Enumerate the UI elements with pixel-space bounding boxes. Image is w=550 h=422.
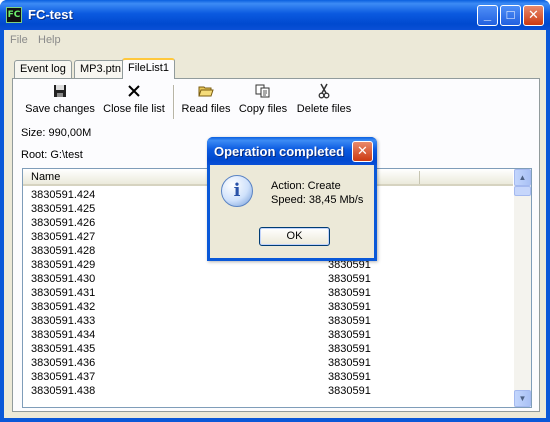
- dialog-action-text: Action: Create: [271, 180, 341, 192]
- file-name-cell: 3830591.434: [31, 329, 96, 341]
- size-label: Size: 990,00M: [21, 127, 92, 139]
- x-mark-icon: [103, 83, 165, 103]
- tab-event-log[interactable]: Event log: [14, 60, 72, 78]
- list-item[interactable]: 3830591.432 3830591: [23, 300, 513, 314]
- file-size-cell: 3830591: [328, 273, 371, 285]
- delete-files-label: Delete files: [296, 103, 352, 115]
- information-icon: i: [221, 175, 253, 207]
- file-size-cell: 3830591: [328, 301, 371, 313]
- scroll-down-arrow-icon[interactable]: ▼: [514, 390, 531, 407]
- file-size-cell: 3830591: [328, 357, 371, 369]
- file-size-cell: 3830591: [328, 385, 371, 397]
- dialog-title: Operation completed: [214, 144, 345, 159]
- close-file-list-button[interactable]: Close file list: [103, 83, 165, 123]
- file-name-cell: 3830591.433: [31, 315, 96, 327]
- copy-pages-icon: [237, 83, 289, 103]
- list-item[interactable]: 3830591.430 3830591: [23, 272, 513, 286]
- list-item[interactable]: 3830591.437 3830591: [23, 370, 513, 384]
- app-icon: FC: [6, 7, 22, 23]
- minimize-button[interactable]: _: [477, 5, 498, 26]
- file-name-cell: 3830591.425: [31, 203, 96, 215]
- list-item[interactable]: 3830591.436 3830591: [23, 356, 513, 370]
- operation-completed-dialog: Operation completed ✕ i Action: Create S…: [207, 137, 377, 261]
- column-divider[interactable]: [419, 171, 420, 184]
- file-size-cell: 3830591: [328, 329, 371, 341]
- save-changes-label: Save changes: [25, 103, 95, 115]
- file-name-cell: 3830591.430: [31, 273, 96, 285]
- file-name-cell: 3830591.429: [31, 259, 96, 271]
- dialog-close-button[interactable]: ✕: [352, 141, 373, 162]
- menu-file[interactable]: File: [10, 34, 28, 46]
- scroll-up-arrow-icon[interactable]: ▲: [514, 169, 531, 186]
- list-item[interactable]: 3830591.434 3830591: [23, 328, 513, 342]
- scrollbar-thumb[interactable]: [514, 186, 531, 196]
- file-size-cell: 3830591: [328, 343, 371, 355]
- title-bar[interactable]: FC FC-test _ □ ✕: [0, 0, 550, 30]
- copy-files-button[interactable]: Copy files: [237, 83, 289, 123]
- dialog-body: i Action: Create Speed: 38,45 Mb/s OK: [210, 165, 374, 258]
- file-size-cell: 3830591: [328, 287, 371, 299]
- file-size-cell: 3830591: [328, 371, 371, 383]
- list-item[interactable]: 3830591.431 3830591: [23, 286, 513, 300]
- save-changes-button[interactable]: Save changes: [25, 83, 95, 123]
- copy-files-label: Copy files: [238, 103, 288, 115]
- read-files-button[interactable]: Read files: [180, 83, 232, 123]
- file-name-cell: 3830591.431: [31, 287, 96, 299]
- list-item[interactable]: 3830591.433 3830591: [23, 314, 513, 328]
- tab-filelist1[interactable]: FileList1: [122, 58, 175, 79]
- file-name-cell: 3830591.438: [31, 385, 96, 397]
- root-label: Root: G:\test: [21, 149, 83, 161]
- menu-help[interactable]: Help: [38, 34, 61, 46]
- vertical-scrollbar[interactable]: ▲ ▼: [514, 169, 531, 407]
- window-title: FC-test: [28, 7, 73, 22]
- ok-button[interactable]: OK: [259, 227, 330, 246]
- read-files-label: Read files: [181, 103, 231, 115]
- file-name-cell: 3830591.435: [31, 343, 96, 355]
- column-header-name[interactable]: Name: [31, 171, 60, 183]
- scissors-icon: [295, 83, 353, 103]
- list-item[interactable]: 3830591.438 3830591: [23, 384, 513, 398]
- tab-mp3-ptn[interactable]: MP3.ptn: [74, 60, 127, 78]
- menu-bar: File Help: [4, 30, 546, 50]
- file-name-cell: 3830591.428: [31, 245, 96, 257]
- file-name-cell: 3830591.426: [31, 217, 96, 229]
- close-button[interactable]: ✕: [523, 5, 544, 26]
- maximize-button[interactable]: □: [500, 5, 521, 26]
- toolbar-separator: [173, 85, 175, 119]
- close-file-list-label: Close file list: [103, 103, 165, 115]
- file-name-cell: 3830591.424: [31, 189, 96, 201]
- list-item[interactable]: 3830591.435 3830591: [23, 342, 513, 356]
- file-name-cell: 3830591.427: [31, 231, 96, 243]
- file-name-cell: 3830591.437: [31, 371, 96, 383]
- delete-files-button[interactable]: Delete files: [295, 83, 353, 123]
- dialog-speed-text: Speed: 38,45 Mb/s: [271, 194, 364, 206]
- floppy-disk-icon: [25, 83, 95, 103]
- file-name-cell: 3830591.432: [31, 301, 96, 313]
- file-name-cell: 3830591.436: [31, 357, 96, 369]
- dialog-title-bar[interactable]: Operation completed ✕: [207, 137, 377, 165]
- file-size-cell: 3830591: [328, 315, 371, 327]
- open-folder-icon: [180, 83, 232, 103]
